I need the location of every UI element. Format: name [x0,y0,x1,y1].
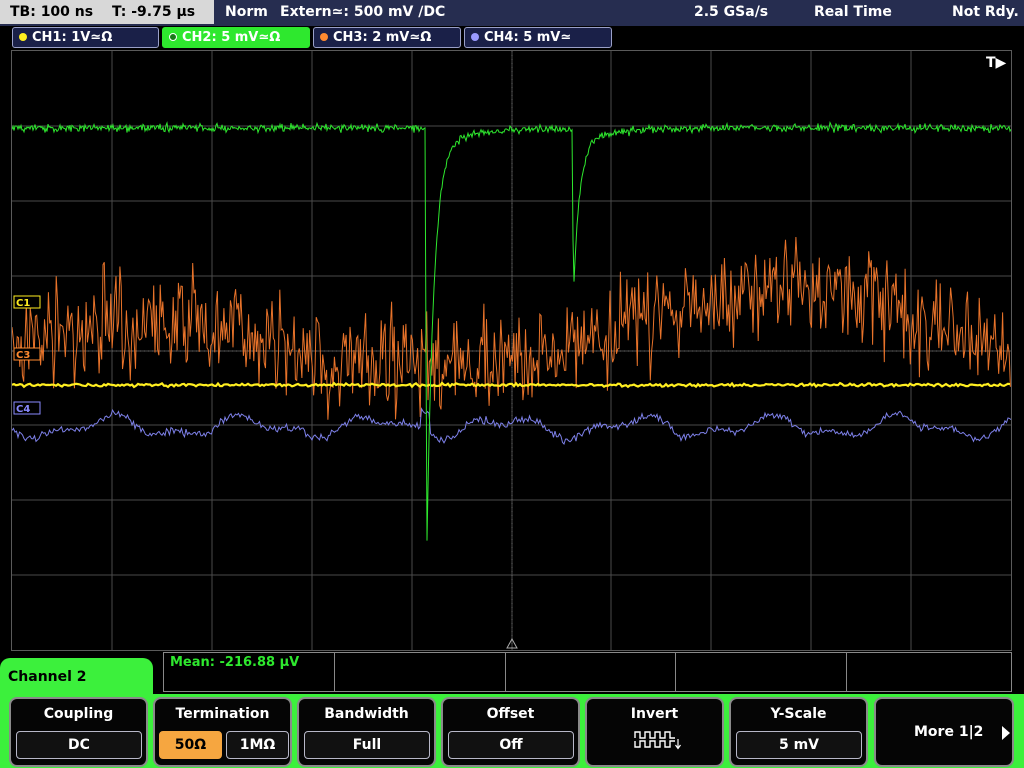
bandwidth-softkey[interactable]: Bandwidth Full [297,697,436,767]
c3-marker-label: C3 [16,350,30,361]
ch3-label: CH3: 2 mV≃Ω [333,30,432,45]
coupling-softkey[interactable]: Coupling DC [9,697,148,767]
more-softkey[interactable]: More 1|2 [874,697,1014,767]
c1-marker[interactable]: C1 [13,295,41,309]
trigger-source[interactable]: Extern≃: 500 mV ∕DC [280,0,445,24]
measurement-cell-3[interactable] [505,652,676,692]
ch2-dot-icon [169,33,177,41]
measurement-mean: Mean: -216.88 µV [170,655,300,670]
termination-50ohm-option[interactable]: 50Ω [159,731,222,759]
termination-1mohm-option[interactable]: 1MΩ [226,731,289,759]
acquisition-mode: Real Time [814,4,892,20]
trigger-marker[interactable]: T▶ [986,55,1007,71]
tab-ch3[interactable]: CH3: 2 mV≃Ω [313,27,461,48]
ch4-label: CH4: 5 mV≃ [484,30,572,45]
yscale-value[interactable]: 5 mV [736,731,862,759]
ch1-trace [12,381,1011,389]
menu-title: Channel 2 [0,658,153,698]
waveform-display[interactable]: C1 C3 C4 T▶ [11,50,1012,651]
arrow-right-icon [1002,726,1010,740]
invert-pulse-icon [634,731,681,750]
termination-softkey[interactable]: Termination 50Ω 1MΩ [153,697,292,767]
bandwidth-value[interactable]: Full [304,731,430,759]
coupling-value[interactable]: DC [16,731,142,759]
tab-ch2[interactable]: CH2: 5 mV≃Ω [162,27,310,48]
offset-value[interactable]: Off [448,731,574,759]
termination-label: Termination [175,706,270,722]
c4-marker-label: C4 [16,404,30,415]
grid [12,51,1011,650]
measurement-cell-5[interactable] [846,652,1012,692]
sample-rate: 2.5 GSa/s [694,4,769,20]
timebase-label: TB: 100 ns [10,4,94,20]
yscale-label: Y-Scale [770,706,827,722]
channel-bar: CH1: 1V≃Ω CH2: 5 mV≃Ω CH3: 2 mV≃Ω CH4: 5… [0,26,1024,50]
status-bar: TB: 100 ns T: -9.75 µs Norm Extern≃: 500… [0,0,1024,26]
timebase-box[interactable]: TB: 100 ns T: -9.75 µs [0,0,214,24]
tab-ch4[interactable]: CH4: 5 mV≃ [464,27,612,48]
c1-marker-label: C1 [16,298,30,309]
offset-label: Offset [486,706,535,722]
measurement-cell-4[interactable] [675,652,847,692]
trigger-mode[interactable]: Norm [225,0,268,24]
invert-softkey[interactable]: Invert [585,697,724,767]
tab-ch1[interactable]: CH1: 1V≃Ω [12,27,159,48]
invert-label: Invert [630,706,679,722]
run-state: Not Rdy. [952,4,1019,20]
ch1-dot-icon [19,33,27,41]
trigger-time-label: T: -9.75 µs [111,4,196,20]
measurement-cell-2[interactable] [334,652,506,692]
waveform-canvas: C1 C3 C4 T▶ [12,51,1011,650]
more-label: More 1|2 [914,724,984,740]
c4-marker[interactable]: C4 [13,401,41,415]
ch1-label: CH1: 1V≃Ω [32,30,113,45]
c3-marker[interactable]: C3 [13,347,41,361]
ch3-trace [12,236,1011,420]
offset-softkey[interactable]: Offset Off [441,697,580,767]
ch2-label: CH2: 5 mV≃Ω [182,30,281,45]
bandwidth-label: Bandwidth [324,706,409,722]
measurement-cell-1[interactable]: Mean: -216.88 µV [163,652,335,692]
ch3-dot-icon [320,33,328,41]
coupling-label: Coupling [43,706,114,722]
measurement-panel: Mean: -216.88 µV [163,652,1012,692]
yscale-softkey[interactable]: Y-Scale 5 mV [729,697,868,767]
ch4-dot-icon [471,33,479,41]
